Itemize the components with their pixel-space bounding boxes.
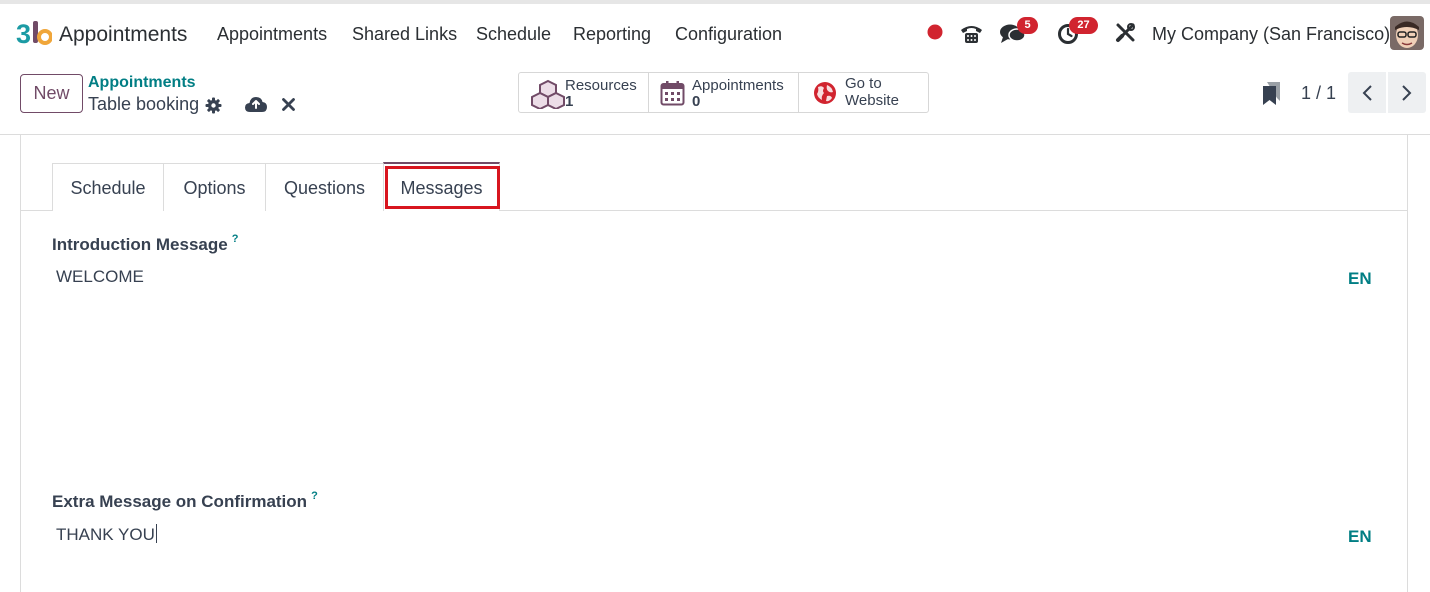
tab-schedule[interactable]: Schedule [52, 163, 164, 211]
resources-smart-button[interactable]: Resources 1 [518, 72, 649, 113]
chat-badge: 5 [1017, 17, 1038, 34]
control-panel: New Appointments Table booking Resources… [0, 62, 1430, 135]
confirm-message-text: THANK YOU [56, 525, 155, 544]
discard-icon[interactable] [282, 98, 295, 111]
resources-count: 1 [565, 93, 574, 110]
gear-icon[interactable] [205, 97, 222, 114]
svg-text:3: 3 [16, 19, 31, 48]
intro-message-field[interactable]: WELCOME [56, 267, 144, 287]
menu-reporting[interactable]: Reporting [573, 24, 651, 45]
confirm-message-label-text: Extra Message on Confirmation [52, 492, 308, 511]
confirm-message-help-icon[interactable]: ? [311, 490, 318, 502]
pager-value[interactable]: 1 / 1 [1301, 83, 1336, 104]
intro-message-label: Introduction Message? [52, 233, 239, 255]
new-button[interactable]: New [20, 74, 83, 113]
text-cursor [155, 524, 157, 543]
confirm-message-lang-button[interactable]: EN [1348, 527, 1372, 547]
intro-message-lang-button[interactable]: EN [1348, 269, 1372, 289]
appointments-label: Appointments [692, 77, 784, 94]
menu-schedule[interactable]: Schedule [476, 24, 551, 45]
confirm-message-label: Extra Message on Confirmation? [52, 490, 318, 512]
avatar[interactable] [1390, 16, 1424, 50]
calendar-icon [660, 81, 685, 106]
status-dot-icon[interactable] [927, 24, 943, 40]
menu-configuration[interactable]: Configuration [675, 24, 782, 45]
company-switcher[interactable]: My Company (San Francisco) [1152, 24, 1390, 45]
cubes-icon [531, 79, 565, 109]
tab-messages[interactable]: Messages [383, 162, 500, 211]
app-logo-icon[interactable]: 3 [16, 18, 52, 48]
tools-icon[interactable] [1115, 22, 1136, 43]
go-to-website-smart-button[interactable]: Go to Website [798, 72, 929, 113]
appointments-smart-button[interactable]: Appointments 0 [648, 72, 799, 113]
navbar: 3 Appointments Appointments Shared Links… [0, 4, 1430, 62]
intro-message-help-icon[interactable]: ? [232, 233, 239, 245]
tab-questions[interactable]: Questions [265, 163, 384, 211]
pager-next-button[interactable] [1388, 72, 1426, 113]
confirm-message-field[interactable]: THANK YOU [56, 524, 157, 545]
globe-icon [814, 82, 836, 104]
go-to-label: Go to [845, 75, 882, 92]
activity-badge: 27 [1069, 17, 1098, 34]
resources-label: Resources [565, 77, 637, 94]
breadcrumb-current: Table booking [88, 94, 200, 114]
menu-shared-links[interactable]: Shared Links [352, 24, 457, 45]
pager-previous-button[interactable] [1348, 72, 1386, 113]
breadcrumb-parent[interactable]: Appointments [88, 74, 196, 92]
chevron-left-icon [1362, 85, 1372, 101]
app-name[interactable]: Appointments [59, 23, 187, 47]
form-sheet: Schedule Options Questions Messages Intr… [20, 135, 1408, 592]
website-label: Website [845, 92, 899, 109]
appointments-count: 0 [692, 93, 701, 110]
save-cloud-icon[interactable] [245, 96, 267, 113]
bookmark-icon[interactable] [1261, 81, 1281, 106]
tab-options[interactable]: Options [163, 163, 266, 211]
menu-appointments[interactable]: Appointments [217, 24, 327, 45]
phone-icon[interactable] [959, 21, 984, 45]
chevron-right-icon [1402, 85, 1412, 101]
intro-message-label-text: Introduction Message [52, 235, 228, 254]
